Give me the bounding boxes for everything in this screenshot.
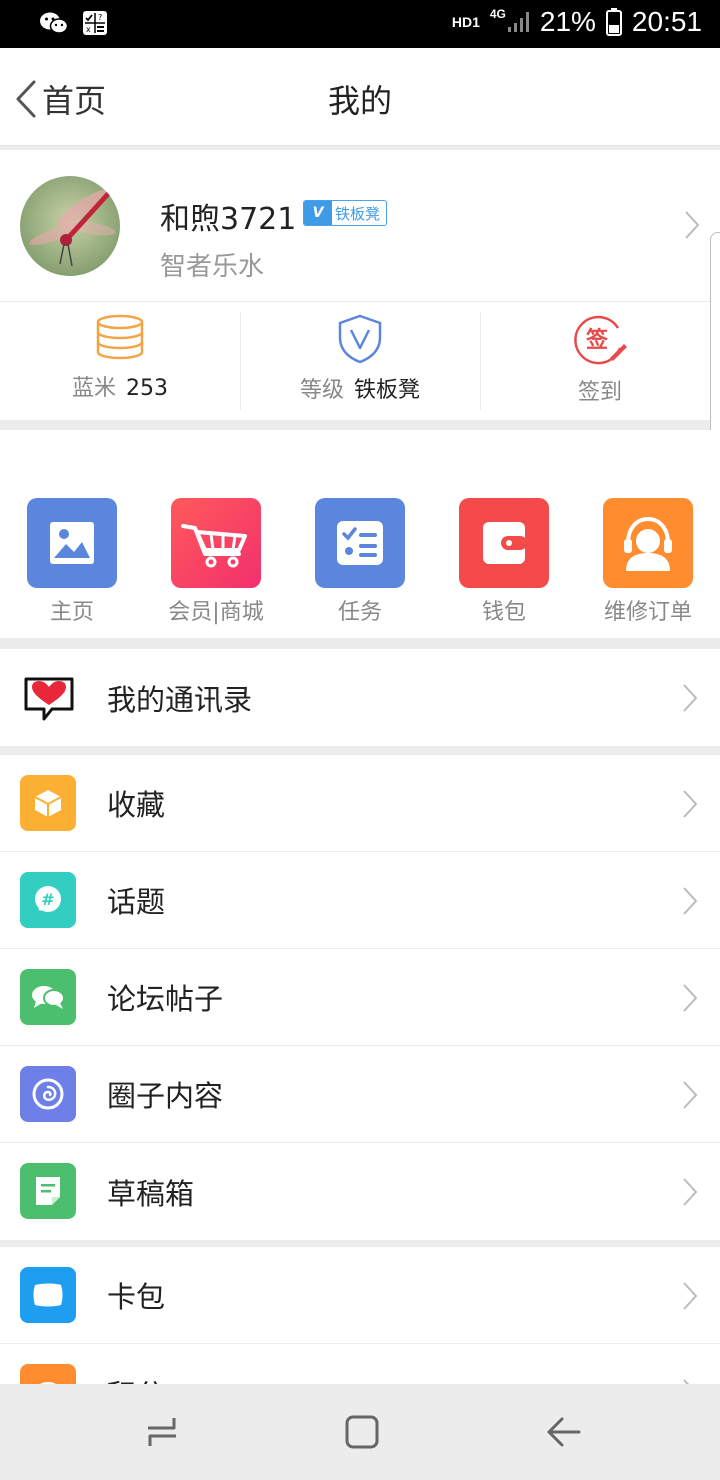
- row-label: 草稿箱: [107, 1176, 195, 1211]
- chevron-right-icon: [683, 1282, 698, 1310]
- stat-level[interactable]: 等级 铁板凳: [240, 302, 480, 420]
- chevron-right-icon: [683, 790, 698, 818]
- username: 和煦3721: [160, 202, 297, 237]
- row-label: 卡包: [107, 1280, 166, 1314]
- signal-icon: [507, 12, 529, 32]
- hd-indicator: HD1: [451, 14, 480, 30]
- svg-text:#: #: [41, 890, 54, 909]
- dragonfly-photo: [20, 176, 120, 276]
- network-indicator: 4G: [489, 7, 506, 21]
- document-icon: [20, 1163, 76, 1219]
- shopping-cart-icon: [171, 498, 261, 588]
- level-badge: V 铁板凳: [303, 200, 387, 226]
- points-icon: [20, 1364, 76, 1384]
- svg-text:x: x: [86, 25, 91, 34]
- badge-text: 铁板凳: [335, 204, 381, 223]
- list-item-points[interactable]: 积分: [0, 1344, 720, 1384]
- shortcut-grid: 主页 会员|商城 任务 钱包 维修订单: [0, 430, 720, 638]
- coins-stack-icon: [96, 314, 144, 360]
- stat-sign-in[interactable]: 签 签到: [480, 302, 720, 420]
- swirl-circle-icon: [20, 1066, 76, 1122]
- stats-bar: 蓝米 253 等级 铁板凳 签 签到: [0, 302, 720, 420]
- stat-label: 蓝米: [71, 376, 116, 401]
- list-item-drafts[interactable]: 草稿箱: [0, 1143, 720, 1240]
- hashtag-chat-icon: #: [20, 872, 76, 928]
- chevron-right-icon: [683, 684, 698, 712]
- list-item-topics[interactable]: # 话题: [0, 852, 720, 949]
- battery-percent: 21%: [539, 6, 596, 37]
- wallet-section: 卡包 积分: [0, 1247, 720, 1384]
- shortcut-label: 维修订单: [603, 600, 692, 625]
- shortcut-label: 任务: [337, 600, 382, 625]
- row-label: 论坛帖子: [107, 982, 224, 1016]
- sign-in-icon: 签: [574, 315, 627, 365]
- chevron-right-icon: [683, 887, 698, 915]
- row-label: 我的通讯录: [107, 682, 253, 717]
- stat-label: 签到: [577, 380, 622, 405]
- stat-label: 等级: [299, 378, 344, 403]
- stat-lanmi[interactable]: 蓝米 253: [0, 302, 240, 420]
- svg-text:?: ?: [98, 13, 102, 22]
- chevron-right-icon: [683, 984, 698, 1012]
- card-icon: [20, 1267, 76, 1323]
- contacts-section: 我的通讯录: [0, 649, 720, 746]
- wallet-icon: [459, 498, 549, 588]
- calculator-app-icon: ? x: [83, 11, 107, 35]
- shortcut-wallet[interactable]: 钱包: [432, 498, 576, 626]
- shortcut-repair-orders[interactable]: 维修订单: [576, 498, 720, 626]
- stat-value: 铁板凳: [354, 378, 421, 403]
- shortcut-label: 主页: [49, 600, 94, 625]
- list-item-circle-content[interactable]: 圈子内容: [0, 1046, 720, 1143]
- sign-in-glyph: 签: [585, 327, 609, 353]
- battery-icon: [605, 8, 622, 36]
- badge-mark: V: [304, 201, 332, 225]
- box-icon: [20, 775, 76, 831]
- image-icon: [27, 498, 117, 588]
- back-nav-icon[interactable]: [546, 1414, 582, 1450]
- list-item-favorites[interactable]: 收藏: [0, 755, 720, 852]
- shortcut-tasks[interactable]: 任务: [288, 498, 432, 626]
- list-item-forum-posts[interactable]: 论坛帖子: [0, 949, 720, 1046]
- shield-v-icon: [338, 314, 382, 364]
- list-item-contacts[interactable]: 我的通讯录: [0, 649, 720, 746]
- chat-bubbles-icon: [20, 969, 76, 1025]
- row-label: 积分: [107, 1372, 165, 1385]
- heart-chat-icon: [22, 671, 76, 723]
- stat-value: 253: [126, 376, 168, 401]
- user-signature: 智者乐水: [160, 252, 265, 282]
- row-label: 圈子内容: [107, 1079, 224, 1113]
- profile-card: 和煦3721 V 铁板凳 智者乐水 蓝米 253 等级 铁板凳 签 签到: [0, 150, 720, 420]
- status-bar: ? x HD1 4G 21% 20:51: [0, 0, 720, 48]
- row-label: 收藏: [107, 788, 166, 822]
- avatar[interactable]: [20, 176, 120, 276]
- shortcut-label: 钱包: [481, 600, 526, 625]
- chevron-right-icon: [683, 1081, 698, 1109]
- shortcut-mall[interactable]: 会员|商城: [144, 498, 288, 626]
- checklist-icon: [315, 498, 405, 588]
- content-section: 收藏 # 话题 论坛帖子 圈子内容 草稿箱: [0, 755, 720, 1240]
- customer-service-icon: [603, 498, 693, 588]
- clock: 20:51: [631, 6, 702, 37]
- shortcut-home[interactable]: 主页: [0, 498, 144, 626]
- shortcut-label: 会员|商城: [168, 600, 264, 625]
- recent-apps-icon[interactable]: [144, 1414, 180, 1450]
- app-header: 首页 我的: [0, 48, 720, 146]
- chevron-right-icon: [683, 1178, 698, 1206]
- wechat-icon: [40, 12, 68, 34]
- chevron-right-icon[interactable]: [684, 210, 700, 240]
- page-title: 我的: [327, 82, 392, 120]
- home-icon[interactable]: [344, 1414, 380, 1450]
- system-nav-bar: [0, 1384, 720, 1480]
- row-label: 话题: [107, 885, 166, 919]
- list-item-card-wallet[interactable]: 卡包: [0, 1247, 720, 1344]
